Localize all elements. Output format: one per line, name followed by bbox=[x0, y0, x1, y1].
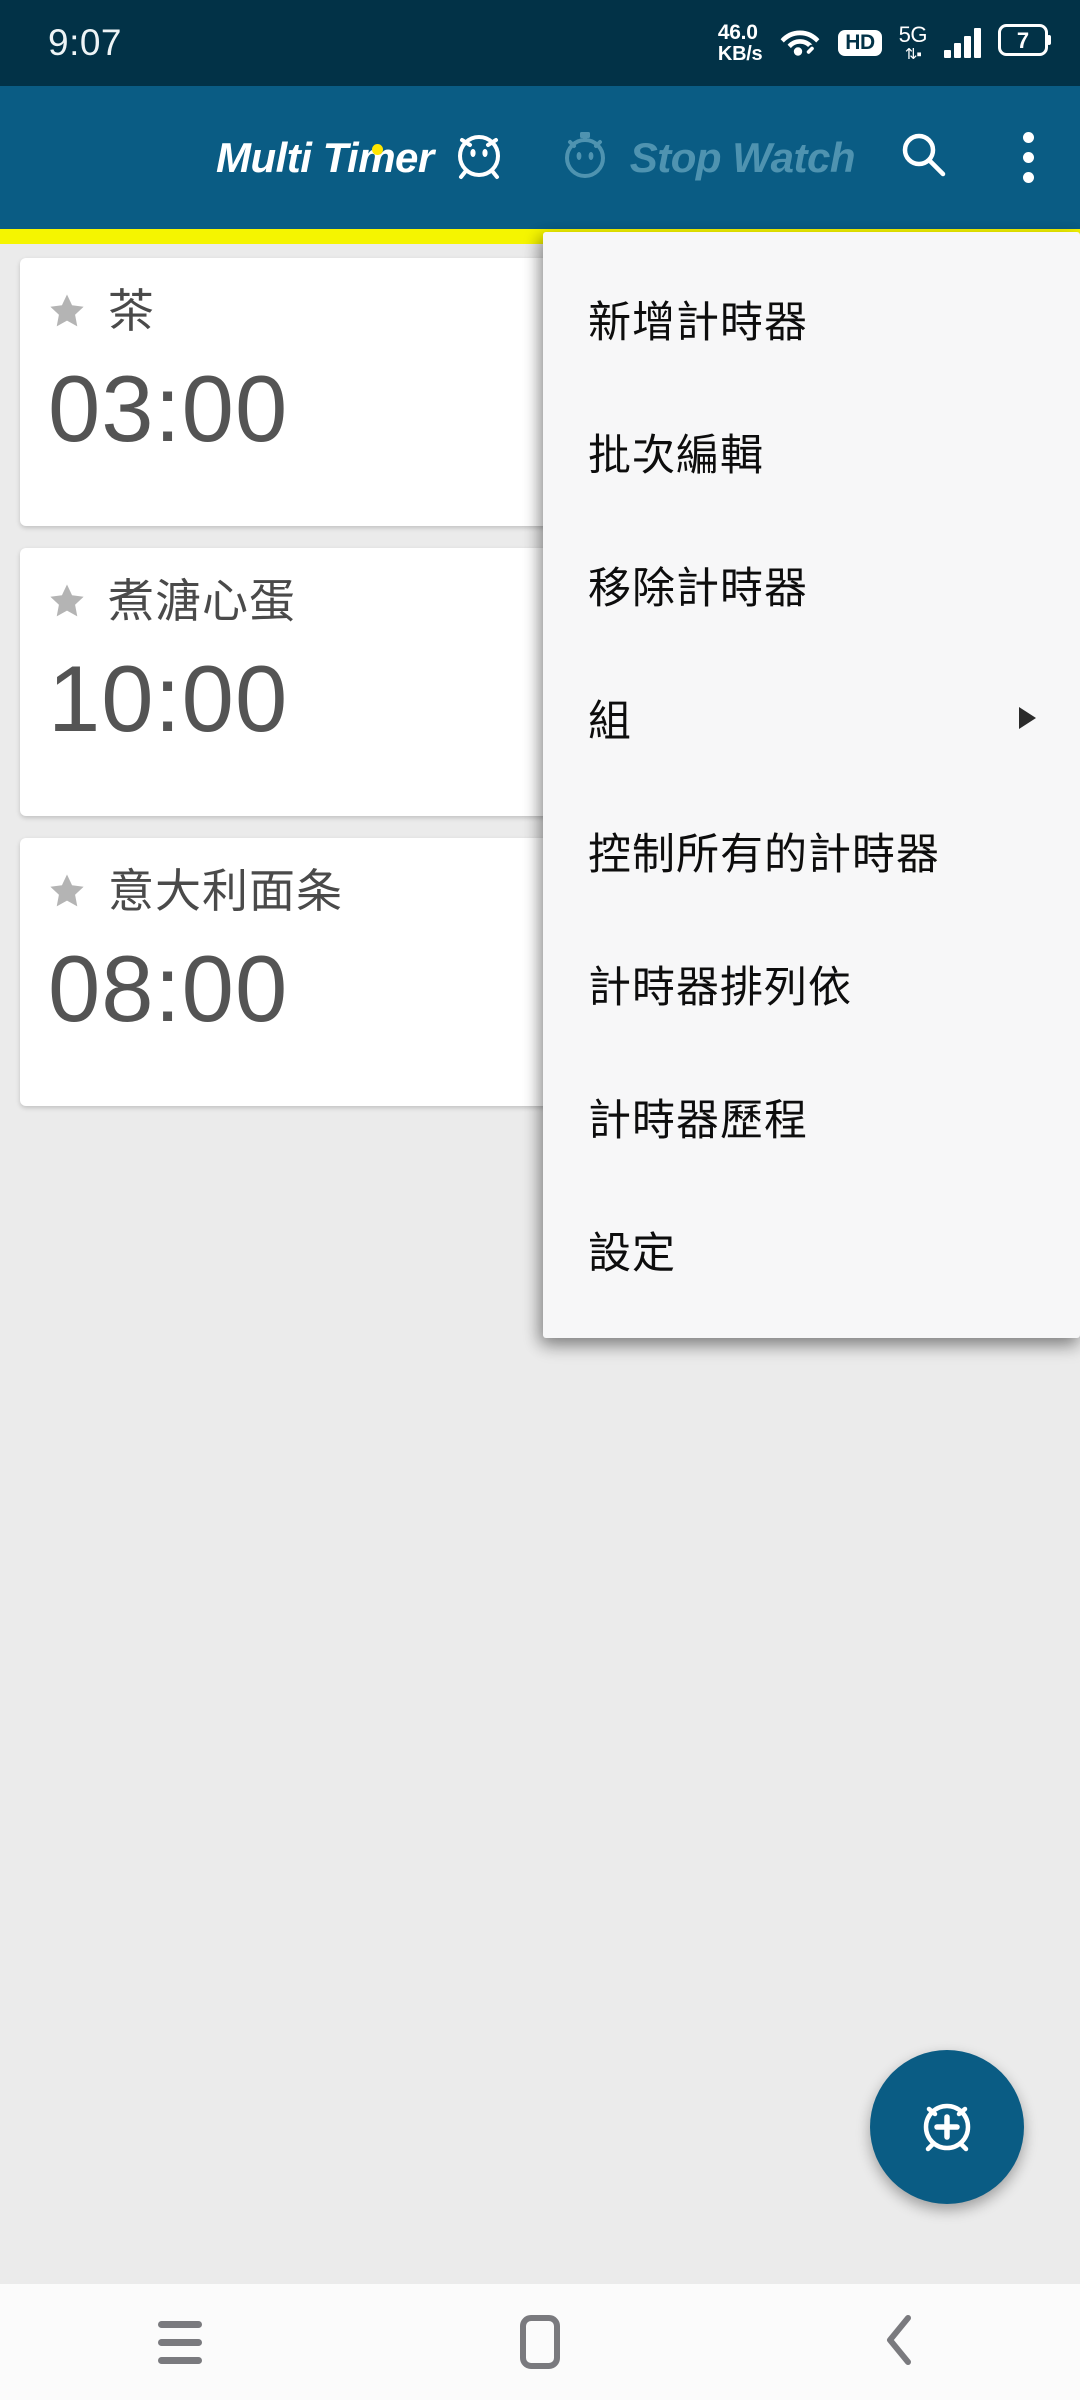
system-nav-bar bbox=[0, 2284, 1080, 2400]
menu-item-group[interactable]: 組 bbox=[543, 651, 1080, 784]
menu-item-timer-history[interactable]: 計時器歷程 bbox=[543, 1050, 1080, 1183]
menu-item-label: 控制所有的計時器 bbox=[588, 830, 940, 879]
phone-screen: 9:07 46.0 KB/s HD 5G ⇅▪ 7 Multi Timer St… bbox=[0, 0, 1080, 2400]
network-speed-indicator: 46.0 KB/s bbox=[717, 21, 763, 65]
network-speed-value: 46.0 bbox=[717, 21, 758, 45]
network-speed-unit: KB/s bbox=[717, 42, 763, 65]
star-icon[interactable] bbox=[48, 582, 86, 620]
menu-item-label: 組 bbox=[588, 697, 632, 746]
menu-item-remove-timer[interactable]: 移除計時器 bbox=[543, 518, 1080, 651]
chevron-right-icon bbox=[1019, 706, 1036, 729]
kebab-menu-icon bbox=[1022, 132, 1034, 183]
recents-icon bbox=[158, 2320, 202, 2364]
stopwatch-icon bbox=[556, 126, 614, 189]
menu-item-label: 批次編輯 bbox=[588, 431, 764, 480]
wifi-icon bbox=[779, 24, 821, 61]
network-type-indicator: 5G ⇅▪ bbox=[898, 21, 928, 63]
tab-multi-timer[interactable]: Multi Timer bbox=[216, 86, 508, 229]
add-alarm-icon bbox=[909, 2087, 985, 2168]
logo-dot-accent bbox=[372, 143, 383, 155]
status-icons: 46.0 KB/s HD 5G ⇅▪ 7 bbox=[718, 22, 1052, 64]
nav-home-button[interactable] bbox=[450, 2284, 630, 2400]
search-button[interactable] bbox=[872, 86, 976, 229]
data-transfer-arrows-icon: ⇅▪ bbox=[904, 45, 922, 63]
status-bar: 9:07 46.0 KB/s HD 5G ⇅▪ 7 bbox=[0, 0, 1080, 86]
app-bar: Multi Timer Stop Watch bbox=[0, 86, 1080, 229]
home-icon bbox=[520, 2315, 560, 2369]
tab-multi-timer-label-wrap: Multi Timer bbox=[216, 134, 434, 182]
menu-item-batch-edit[interactable]: 批次編輯 bbox=[543, 385, 1080, 518]
menu-item-label: 新增計時器 bbox=[588, 298, 808, 347]
menu-item-label: 計時器排列依 bbox=[588, 963, 852, 1012]
timer-name: 煮溏心蛋 bbox=[108, 575, 296, 627]
overflow-menu[interactable]: 新增計時器 批次編輯 移除計時器 組 控制所有的計時器 計時器排列依 計時器歷程… bbox=[543, 232, 1080, 1338]
nav-recents-button[interactable] bbox=[90, 2284, 270, 2400]
add-timer-fab[interactable] bbox=[870, 2050, 1024, 2204]
menu-item-label: 移除計時器 bbox=[588, 564, 808, 613]
menu-item-control-all-timers[interactable]: 控制所有的計時器 bbox=[543, 784, 1080, 917]
nav-back-button[interactable] bbox=[810, 2284, 990, 2400]
timer-name: 意大利面条 bbox=[108, 865, 343, 917]
tab-stop-watch-label: Stop Watch bbox=[629, 133, 856, 181]
tab-stop-watch[interactable]: Stop Watch bbox=[556, 86, 855, 229]
network-type-label: 5G bbox=[898, 21, 928, 47]
battery-level-text: 7 bbox=[1017, 28, 1029, 53]
app-bar-actions bbox=[872, 86, 1080, 229]
signal-bars-icon bbox=[944, 27, 981, 58]
menu-item-label: 計時器歷程 bbox=[588, 1096, 808, 1145]
back-chevron-icon bbox=[878, 2312, 922, 2373]
menu-item-sort-timers-by[interactable]: 計時器排列依 bbox=[543, 917, 1080, 1050]
search-icon bbox=[897, 128, 951, 187]
star-icon[interactable] bbox=[48, 292, 86, 330]
timer-name: 茶 bbox=[108, 285, 155, 337]
tab-multi-timer-label: Multi Timer bbox=[216, 133, 434, 181]
hd-badge: HD bbox=[838, 29, 882, 56]
star-icon[interactable] bbox=[48, 872, 86, 910]
overflow-menu-button[interactable] bbox=[976, 86, 1080, 229]
alarm-clock-face-icon bbox=[450, 126, 508, 189]
menu-item-add-timer[interactable]: 新增計時器 bbox=[543, 252, 1080, 385]
battery-icon: 7 bbox=[998, 24, 1052, 61]
status-clock: 9:07 bbox=[48, 22, 123, 63]
menu-item-label: 設定 bbox=[588, 1229, 676, 1278]
menu-item-settings[interactable]: 設定 bbox=[543, 1183, 1080, 1316]
